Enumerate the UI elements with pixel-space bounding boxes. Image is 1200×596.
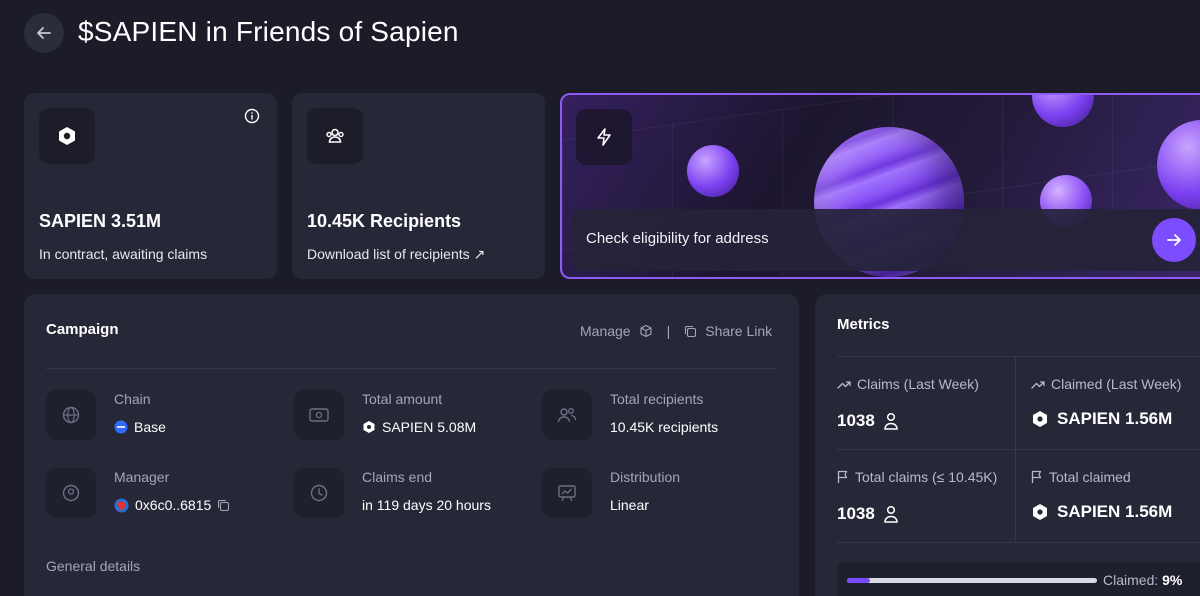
metrics-divider <box>837 356 1200 357</box>
claimed-last-week-value: SAPIEN 1.56M <box>1057 409 1173 428</box>
total-claims-label-row: Total claims (≤ 10.45K) <box>837 469 997 485</box>
claimed-label: Claimed: <box>1103 572 1159 588</box>
manager-address[interactable]: 0x6c0..6815 <box>135 497 211 513</box>
users-icon-box <box>542 390 592 440</box>
eligibility-bar[interactable]: Check eligibility for address <box>572 209 1200 271</box>
copy-icon[interactable] <box>217 499 230 512</box>
info-icon[interactable] <box>244 108 260 129</box>
total-claimed-value: SAPIEN 1.56M <box>1057 502 1173 521</box>
clock-icon <box>310 484 328 502</box>
claims-end-value: in 119 days 20 hours <box>362 497 491 513</box>
manage-link[interactable]: Manage <box>580 323 631 339</box>
trending-up-icon <box>1031 381 1045 389</box>
chart-icon-box <box>542 468 592 518</box>
total-recipients-label: Total recipients <box>610 391 704 407</box>
page-title: $SAPIEN in Friends of Sapien <box>78 16 459 47</box>
metrics-title: Metrics <box>837 316 890 333</box>
chain-value-row: Base <box>114 419 166 435</box>
claimed-percent-row: Claimed: 9% <box>1103 572 1182 588</box>
chain-label: Chain <box>114 391 151 407</box>
user-icon <box>884 505 898 523</box>
user-icon-box <box>46 468 96 518</box>
share-link[interactable]: Share Link <box>705 323 772 339</box>
campaign-title: Campaign <box>46 321 119 338</box>
cube-icon <box>640 324 652 338</box>
users-group-icon <box>326 128 344 143</box>
total-amount-row: SAPIEN 5.08M <box>362 419 476 435</box>
claimed-progress-box: Claimed: 9% <box>837 562 1200 596</box>
banknote-icon <box>309 408 329 422</box>
general-details-heading: General details <box>46 558 141 574</box>
metrics-divider <box>837 542 1200 543</box>
arrow-left-icon <box>37 27 51 39</box>
metrics-panel: Metrics Claims (Last Week) 1038 Claimed … <box>815 294 1200 596</box>
chart-board-icon <box>558 485 576 502</box>
total-amount-value: SAPIEN 5.08M <box>382 419 477 435</box>
user-circle-icon <box>62 484 80 502</box>
claimed-last-week-label: Claimed (Last Week) <box>1051 376 1182 392</box>
sphere-decoration <box>687 145 739 197</box>
claims-end-label: Claims end <box>362 469 433 485</box>
lightning-icon <box>597 128 611 146</box>
total-recipients-value: 10.45K recipients <box>610 419 719 435</box>
clock-icon-box <box>294 468 344 518</box>
chain-value: Base <box>134 419 166 435</box>
recipients-card: 10.45K Recipients Download list of recip… <box>292 93 545 279</box>
bolt-icon-box <box>576 109 632 165</box>
avatar-icon <box>114 498 129 512</box>
total-amount-label: Total amount <box>362 391 443 407</box>
copy-icon <box>685 325 697 337</box>
contract-subtitle: In contract, awaiting claims <box>39 246 208 262</box>
campaign-panel: Campaign Manage | Share Link Chain Base … <box>24 294 799 596</box>
claimed-last-week-label-row: Claimed (Last Week) <box>1031 376 1181 392</box>
globe-icon <box>62 406 80 424</box>
money-icon-box <box>294 390 344 440</box>
arrow-right-icon <box>1167 234 1181 246</box>
base-chain-icon <box>114 420 128 434</box>
claims-last-week-label: Claims (Last Week) <box>857 376 979 392</box>
flag-icon <box>837 470 848 483</box>
contract-card: SAPIEN 3.51M In contract, awaiting claim… <box>24 93 277 279</box>
hexagon-token-icon <box>1033 504 1047 520</box>
eligibility-card[interactable]: Check eligibility for address <box>560 93 1200 279</box>
eligibility-go-button[interactable] <box>1152 218 1196 262</box>
campaign-divider <box>46 368 776 369</box>
total-claims-row: 1038 <box>837 504 899 524</box>
recipients-count: 10.45K Recipients <box>307 211 462 231</box>
claimed-progress-fill <box>847 578 870 583</box>
claimed-percent: 9% <box>1162 572 1183 588</box>
flag-icon <box>1031 470 1042 483</box>
total-claimed-row: SAPIEN 1.56M <box>1031 502 1172 522</box>
total-claimed-label-row: Total claimed <box>1031 469 1131 485</box>
campaign-actions: Manage | Share Link <box>580 323 772 339</box>
distribution-value: Linear <box>610 497 649 513</box>
globe-icon-box <box>46 390 96 440</box>
manager-label: Manager <box>114 469 170 485</box>
download-recipients-link[interactable]: Download list of recipients ↗ <box>307 246 485 263</box>
claims-last-week-label-row: Claims (Last Week) <box>837 376 979 392</box>
actions-separator: | <box>666 323 671 339</box>
token-icon-box <box>39 108 95 164</box>
total-claims-label: Total claims (≤ 10.45K) <box>855 469 998 485</box>
users-icon-box <box>307 108 363 164</box>
hexagon-token-icon <box>59 127 75 145</box>
trending-up-icon <box>837 381 851 389</box>
user-icon <box>884 412 898 430</box>
users-icon <box>557 408 577 423</box>
eligibility-label: Check eligibility for address <box>586 230 769 247</box>
claimed-last-week-row: SAPIEN 1.56M <box>1031 409 1172 429</box>
hexagon-token-icon <box>1033 411 1047 427</box>
claims-last-week-row: 1038 <box>837 411 899 431</box>
manager-value-row: 0x6c0..6815 <box>114 497 230 513</box>
total-claims-value: 1038 <box>837 504 875 523</box>
claimed-progress-bar <box>847 578 1097 583</box>
distribution-label: Distribution <box>610 469 681 485</box>
total-claimed-label: Total claimed <box>1049 469 1131 485</box>
hexagon-token-icon <box>363 421 375 433</box>
claims-last-week-value: 1038 <box>837 411 875 430</box>
contract-amount: SAPIEN 3.51M <box>39 211 162 231</box>
back-button[interactable] <box>24 13 64 53</box>
metrics-divider <box>837 449 1200 450</box>
